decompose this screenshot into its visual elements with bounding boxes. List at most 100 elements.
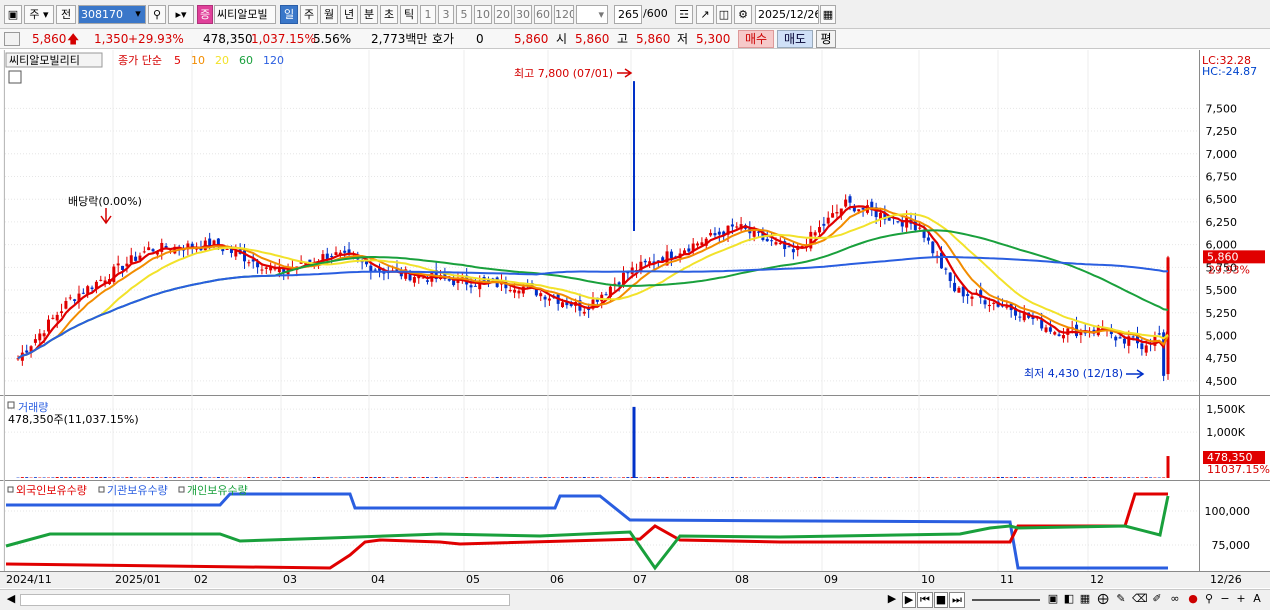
bid-value: 5,860 (514, 32, 549, 46)
speaker-icon[interactable]: ▸▾ (168, 5, 194, 24)
volume-bar (561, 477, 565, 478)
x-tick-label: 02 (194, 573, 208, 586)
candle-body (33, 339, 37, 343)
volume-bar (247, 477, 251, 478)
scroll-left-icon[interactable]: ◀ (4, 592, 18, 608)
volume-bar (678, 477, 682, 478)
candle-body (81, 292, 85, 294)
candle-body (151, 249, 155, 252)
candle-body (38, 333, 42, 341)
stop-icon[interactable]: ■ (934, 592, 948, 608)
price-chart[interactable]: 7,5007,2507,0006,7506,5006,2506,0005,750… (0, 50, 1270, 588)
prev-button[interactable]: 전 (56, 5, 76, 24)
interval-10[interactable]: 10 (474, 5, 492, 24)
ma-legend-20: 20 (215, 54, 229, 67)
zoom-in-icon[interactable]: + (1234, 592, 1248, 608)
font-size-icon[interactable]: A (1250, 592, 1264, 608)
candle-body (73, 299, 77, 301)
rewind-icon[interactable]: ⏮ (917, 592, 933, 608)
market-select[interactable]: 주 ▾ (24, 5, 54, 24)
volume-bar (735, 477, 739, 478)
period-week[interactable]: 주 (300, 5, 318, 24)
grid-icon[interactable]: ▦ (1078, 592, 1092, 608)
volume-bar (835, 476, 839, 478)
volume-bar (852, 477, 856, 478)
chevron-down-icon[interactable]: ▾ (131, 5, 145, 24)
chart-area[interactable]: 7,500 7,250 7,000 6,750 6,500 6,250 6,000 5,750… (0, 50, 1270, 588)
layout-icon[interactable]: ▣ (1046, 592, 1060, 608)
interval-20[interactable]: 20 (494, 5, 512, 24)
candle-type-icon[interactable]: ☲ (675, 5, 693, 24)
play-icon[interactable]: ▶ (902, 592, 916, 608)
y-tick-label: 7,250 (1206, 125, 1238, 138)
crosshair-icon[interactable]: ⨁ (1096, 592, 1110, 608)
copy-icon[interactable]: ◧ (1062, 592, 1076, 608)
interval-1[interactable]: 1 (420, 5, 436, 24)
volume-bar (1014, 477, 1018, 478)
evaluate-button[interactable]: 평 (816, 30, 836, 48)
count-input[interactable]: 265 (614, 5, 642, 24)
volume-bar (770, 477, 774, 478)
volume-bar (164, 477, 168, 478)
zoom-slider[interactable] (972, 599, 1040, 601)
hoga-value: 0 (476, 32, 484, 46)
volume-bar (696, 477, 700, 478)
hc-label: HC:-24.87 (1202, 65, 1257, 78)
volume-bar (996, 476, 1000, 478)
volume-bar (325, 477, 329, 478)
magnifier-icon[interactable]: ⚲ (1202, 592, 1216, 608)
candle-body (939, 252, 943, 269)
window-menu-icon[interactable]: ▣ (4, 5, 22, 24)
stock-name-field[interactable]: 씨티알모빌 (214, 5, 276, 24)
link-icon[interactable]: ∞ (1168, 592, 1182, 608)
period-month[interactable]: 월 (320, 5, 338, 24)
period-second[interactable]: 초 (380, 5, 398, 24)
date-input[interactable]: 2025/12/26 (755, 5, 819, 24)
fast-forward-icon[interactable]: ⏭ (949, 592, 965, 608)
zoom-out-icon[interactable]: − (1218, 592, 1232, 608)
gear-icon[interactable]: ⚙ (734, 5, 752, 24)
volume-bar (1101, 477, 1105, 478)
interval-30[interactable]: 30 (514, 5, 532, 24)
volume-bar (944, 477, 948, 478)
quote-toggle[interactable] (4, 32, 20, 46)
volume-bar (648, 476, 652, 478)
volume-bar (1127, 477, 1131, 478)
interval-dropdown[interactable]: ▾ (576, 5, 608, 24)
sell-button[interactable]: 매도 (777, 30, 813, 48)
interval-60[interactable]: 60 (534, 5, 552, 24)
volume-bar (391, 477, 395, 478)
interval-5[interactable]: 5 (456, 5, 472, 24)
volume-bar (983, 477, 987, 478)
period-tick[interactable]: 틱 (400, 5, 418, 24)
alert-icon[interactable]: ● (1186, 592, 1200, 608)
volume-bar (77, 477, 81, 478)
search-icon[interactable]: ⚲ (148, 5, 166, 24)
volume-bar (726, 477, 730, 478)
candle-body (55, 314, 59, 321)
volume-bar (1162, 477, 1166, 478)
draw-tool-icon[interactable]: ↗ (696, 5, 714, 24)
buy-button[interactable]: 매수 (738, 30, 774, 48)
y-tick-label: 5,250 (1206, 307, 1238, 320)
scroll-right-icon[interactable]: ▶ (886, 592, 898, 608)
volume-bar (94, 477, 98, 478)
volume-bar (800, 477, 804, 478)
volume-bar (447, 477, 451, 478)
volume-bar (364, 477, 368, 478)
eraser-icon[interactable]: ⌫ (1132, 592, 1148, 608)
interval-3[interactable]: 3 (438, 5, 454, 24)
pen-icon[interactable]: ✎ (1114, 592, 1128, 608)
scroll-thumb[interactable] (20, 594, 510, 606)
candle-body (64, 300, 68, 309)
volume-bar (709, 477, 713, 478)
period-minute[interactable]: 분 (360, 5, 378, 24)
interval-120[interactable]: 120 (554, 5, 574, 24)
period-day[interactable]: 일 (280, 5, 298, 24)
volume-bar (116, 477, 120, 478)
calendar-icon[interactable]: ▦ (820, 5, 836, 24)
save-icon[interactable]: ◫ (716, 5, 732, 24)
period-year[interactable]: 년 (340, 5, 358, 24)
brush-icon[interactable]: ✐ (1150, 592, 1164, 608)
candle-body (1122, 338, 1126, 344)
